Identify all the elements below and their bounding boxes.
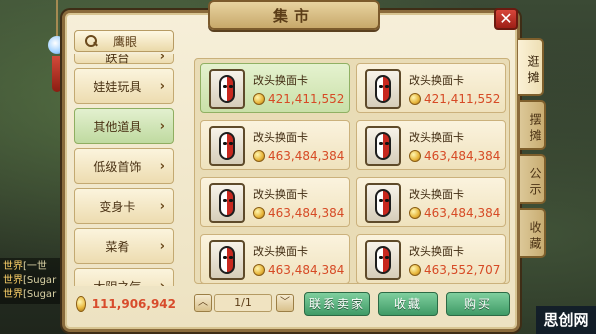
- watermark-logo: 思创网: [536, 306, 596, 334]
- gold-coin-icon: [409, 93, 421, 105]
- category-label: 太阴之气: [75, 278, 160, 287]
- item-price: 421,411,552: [409, 92, 500, 106]
- buy-button[interactable]: 购买: [446, 292, 510, 316]
- face-mask-card-icon: [365, 126, 401, 166]
- gold-coin-icon: [253, 150, 265, 162]
- item-name: 改头换面卡: [253, 74, 308, 87]
- gold-coin-icon: [253, 93, 265, 105]
- category-label: 娃娃玩具: [93, 79, 142, 94]
- item-name: 改头换面卡: [253, 245, 308, 258]
- item-name: 改头换面卡: [253, 188, 308, 201]
- item-name: 改头换面卡: [409, 245, 464, 258]
- gold-amount: 111,906,942: [91, 297, 176, 311]
- item-price: 463,484,384: [253, 149, 344, 163]
- category-item[interactable]: 菜肴 ›: [74, 228, 174, 264]
- item-card[interactable]: 改头换面卡 463,552,707: [356, 234, 506, 284]
- category-label: 低级首饰: [93, 159, 142, 174]
- category-item[interactable]: 低级首饰 ›: [74, 148, 174, 184]
- chevron-right-icon: ›: [159, 198, 165, 214]
- tassel-ornament-icon: [52, 56, 62, 92]
- item-card[interactable]: 改头换面卡 421,411,552: [200, 63, 350, 113]
- item-card[interactable]: 改头换面卡 463,484,384: [200, 177, 350, 227]
- close-button[interactable]: ✕: [494, 8, 518, 30]
- chevron-right-icon: ›: [159, 78, 165, 94]
- item-price: 421,411,552: [253, 92, 344, 106]
- category-label: 趺台: [105, 54, 130, 65]
- search-icon: [85, 35, 97, 47]
- search-button[interactable]: 鹰眼: [74, 30, 174, 52]
- chevron-right-icon: ›: [159, 158, 165, 174]
- item-card[interactable]: 改头换面卡 463,484,384: [200, 120, 350, 170]
- item-price: 463,484,384: [409, 149, 500, 163]
- item-card[interactable]: 改头换面卡 421,411,552: [356, 63, 506, 113]
- chevron-right-icon: ›: [159, 238, 165, 254]
- gold-coin-icon: [409, 207, 421, 219]
- item-price: 463,484,384: [253, 206, 344, 220]
- face-mask-card-icon: [365, 69, 401, 109]
- tab-set-up-stall[interactable]: 摆摊: [520, 100, 546, 150]
- lamp-string: [56, 0, 58, 40]
- category-list[interactable]: 趺台 › 娃娃玩具 › 其他道具 › 低级首饰 › 变身卡 › 菜肴 › 太阴之…: [74, 54, 174, 286]
- tab-favorites[interactable]: 收藏: [520, 208, 546, 258]
- item-price: 463,484,384: [409, 206, 500, 220]
- item-card[interactable]: 改头换面卡 463,484,384: [200, 234, 350, 284]
- tab-announcements[interactable]: 公示: [520, 154, 546, 204]
- gold-coin-icon: [76, 296, 86, 312]
- chevron-right-icon: ›: [159, 278, 165, 287]
- item-price: 463,484,384: [253, 263, 344, 277]
- item-price: 463,552,707: [409, 263, 500, 277]
- gold-coin-icon: [409, 264, 421, 276]
- chat-overlay[interactable]: 世界[一世 世界[Sugar 世界[Sugar: [0, 258, 70, 304]
- category-item-active[interactable]: 其他道具 ›: [74, 108, 174, 144]
- face-mask-card-icon: [209, 240, 245, 280]
- contact-seller-button[interactable]: 联系卖家: [304, 292, 370, 316]
- item-name: 改头换面卡: [253, 131, 308, 144]
- prev-page-button[interactable]: ︿: [194, 294, 212, 312]
- gold-coin-icon: [253, 264, 265, 276]
- gold-coin-icon: [409, 150, 421, 162]
- tab-browse-stalls[interactable]: 逛摊: [518, 38, 544, 96]
- category-item[interactable]: 太阴之气 ›: [74, 268, 174, 286]
- face-mask-card-icon: [209, 183, 245, 223]
- chevron-right-icon: ›: [159, 118, 165, 134]
- item-name: 改头换面卡: [409, 74, 464, 87]
- chat-line: 世界[Sugar: [3, 275, 57, 286]
- category-label: 菜肴: [105, 239, 130, 254]
- search-label: 鹰眼: [113, 34, 138, 49]
- gold-coin-icon: [253, 207, 265, 219]
- page-indicator[interactable]: 1/1: [214, 294, 272, 312]
- chevron-right-icon: ›: [159, 54, 165, 64]
- item-card[interactable]: 改头换面卡 463,484,384: [356, 177, 506, 227]
- category-item[interactable]: 娃娃玩具 ›: [74, 68, 174, 104]
- gold-balance: 111,906,942: [76, 294, 176, 314]
- face-mask-card-icon: [209, 126, 245, 166]
- category-label: 变身卡: [99, 199, 136, 214]
- window-title: 集市: [208, 0, 380, 30]
- chat-line: 世界[Sugar: [3, 289, 57, 300]
- category-item[interactable]: 变身卡 ›: [74, 188, 174, 224]
- category-label: 其他道具: [93, 119, 142, 134]
- favorite-button[interactable]: 收藏: [378, 292, 438, 316]
- face-mask-card-icon: [365, 183, 401, 223]
- chat-line: 世界[一世: [3, 261, 47, 272]
- item-name: 改头换面卡: [409, 131, 464, 144]
- face-mask-card-icon: [209, 69, 245, 109]
- next-page-button[interactable]: ﹀: [276, 294, 294, 312]
- face-mask-card-icon: [365, 240, 401, 280]
- category-item[interactable]: 趺台 ›: [74, 54, 174, 65]
- item-card[interactable]: 改头换面卡 463,484,384: [356, 120, 506, 170]
- item-name: 改头换面卡: [409, 188, 464, 201]
